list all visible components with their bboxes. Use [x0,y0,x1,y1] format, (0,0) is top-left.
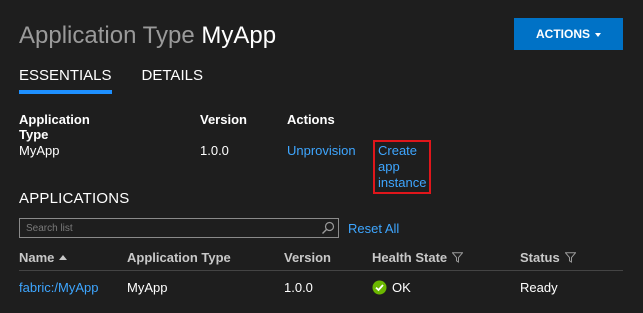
applications-heading: APPLICATIONS [19,190,130,207]
actions-button-label: ACTIONS [536,27,590,41]
cell-status: Ready [520,280,558,295]
column-header-status-label: Status [520,250,560,265]
app-name-link[interactable]: fabric:/MyApp [19,280,98,295]
essentials-app-type-value: MyApp [19,143,60,158]
search-input[interactable] [20,219,322,237]
tab-essentials[interactable]: ESSENTIALS [19,67,112,94]
cell-app-type-value: MyApp [127,280,168,295]
column-header-health-label: Health State [372,250,448,265]
cell-health-value: OK [392,280,411,295]
tab-bar: ESSENTIALS DETAILS [19,67,203,94]
application-type-page: Application Type MyApp ACTIONS ESSENTIAL… [0,0,643,313]
page-title-type-label: Application Type [19,22,195,49]
cell-version-value: 1.0.0 [284,280,313,295]
sort-ascending-icon [59,255,68,260]
column-header-health[interactable]: Health State [372,250,464,265]
cell-name: fabric:/MyApp [19,280,98,295]
page-title-app-name: MyApp [201,22,277,49]
header-divider [19,270,623,271]
table-header-row: Name Application Type Version Health Sta… [19,248,623,271]
essentials-header-version: Version [200,112,247,127]
filter-icon[interactable] [564,252,576,263]
cell-status-value: Ready [520,280,558,295]
unprovision-link[interactable]: Unprovision [287,143,356,158]
cell-version: 1.0.0 [284,280,313,295]
column-header-name-label: Name [19,250,55,265]
essentials-header-app-type: Application Type [19,112,90,142]
applications-table: Name Application Type Version Health Sta… [19,248,623,300]
search-list-box [19,218,339,238]
search-icon[interactable] [321,221,335,235]
actions-dropdown-button[interactable]: ACTIONS [514,18,623,50]
essentials-header-actions: Actions [287,112,335,127]
filter-icon[interactable] [452,252,464,263]
cell-health: OK [372,280,411,295]
chevron-down-icon [595,32,601,37]
cell-app-type: MyApp [127,280,167,295]
page-title: Application Type MyApp [19,21,276,51]
reset-all-link[interactable]: Reset All [348,221,399,236]
tab-details[interactable]: DETAILS [142,67,203,94]
essentials-version-value: 1.0.0 [200,143,229,158]
column-header-version[interactable]: Version [284,250,331,265]
table-row: fabric:/MyApp MyApp 1.0.0 OK Ready [19,278,623,300]
column-header-status[interactable]: Status [520,250,576,265]
column-header-app-type[interactable]: Application Type [127,250,231,265]
column-header-name[interactable]: Name [19,250,68,265]
create-app-instance-link[interactable]: Create app instance [373,140,432,194]
column-header-version-label: Version [284,250,331,265]
column-header-app-type-label: Application Type [127,250,231,265]
check-circle-icon [372,280,387,295]
